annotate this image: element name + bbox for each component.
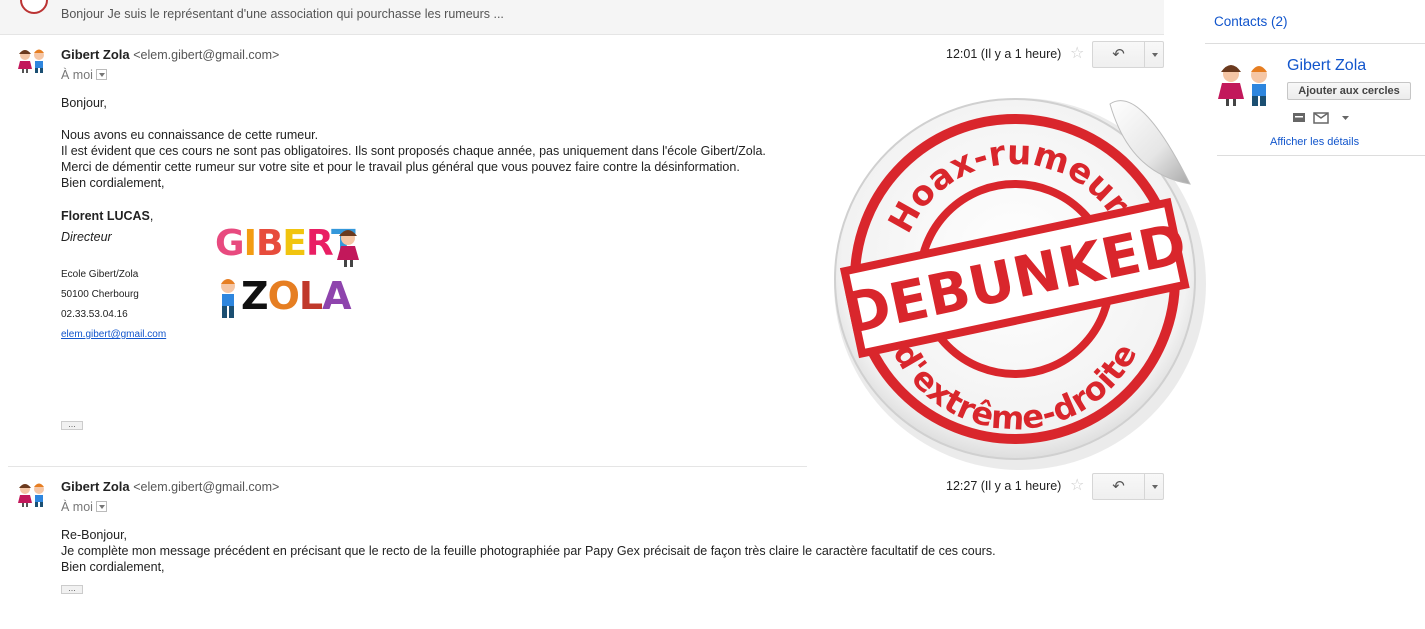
sender-email: <elem.gibert@gmail.com> [133, 48, 280, 62]
message-snippet: Bonjour Je suis le représentant d'une as… [61, 7, 504, 21]
body-line: Bien cordialement, [61, 176, 165, 190]
body-line: Je complète mon message précédent en pré… [61, 544, 996, 558]
school-logo: GIBERT ZOLA [215, 226, 365, 322]
body-line: Re-Bonjour, [61, 528, 128, 542]
sender-avatar [20, 0, 48, 14]
divider [1217, 155, 1425, 156]
contact-name[interactable]: Gibert Zola [1287, 57, 1366, 75]
signature-title: Directeur [61, 230, 112, 244]
message-time: 12:27 (Il y a 1 heure) [946, 479, 1062, 493]
add-to-circles-button[interactable]: Ajouter aux cercles [1287, 82, 1411, 100]
chat-icon [1293, 113, 1305, 122]
signature-name-suffix: , [149, 209, 154, 223]
debunked-sticker: Hoax-rumeurs DEBUNKED d'extrême-droite [834, 98, 1206, 470]
signature-name: Florent LUCAS [61, 209, 150, 223]
recipient-dropdown[interactable]: À moi [61, 500, 107, 514]
signature-phone: 02.33.53.04.16 [61, 309, 128, 320]
chevron-down-icon [1342, 116, 1349, 120]
sender-name[interactable]: Gibert Zola [61, 479, 130, 494]
body-line: Nous avons eu connaissance de cette rume… [61, 128, 319, 142]
message-divider [8, 466, 807, 467]
reply-button-group: ↶ [1092, 473, 1164, 500]
recipient-label: À moi [61, 68, 93, 82]
mail-icon [1313, 112, 1329, 124]
recipient-dropdown[interactable]: À moi [61, 68, 107, 82]
reply-icon[interactable]: ↶ [1093, 474, 1145, 499]
signature-email-link[interactable]: elem.gibert@gmail.com [61, 329, 166, 340]
chevron-down-icon[interactable] [95, 501, 107, 512]
chevron-down-icon[interactable] [95, 69, 107, 80]
signature-school: Ecole Gibert/Zola [61, 269, 139, 280]
contact-avatar[interactable] [1215, 63, 1275, 107]
divider [1205, 43, 1425, 44]
star-icon[interactable]: ☆ [1070, 475, 1084, 495]
body-line: Bien cordialement, [61, 560, 165, 574]
more-options-icon[interactable] [1146, 474, 1164, 499]
body-line: Merci de démentir cette rumeur sur votre… [61, 160, 740, 174]
sender-name[interactable]: Gibert Zola [61, 47, 130, 62]
girl-illustration [337, 230, 359, 267]
signature-city: 50100 Cherbourg [61, 289, 139, 300]
sender-email: <elem.gibert@gmail.com> [133, 480, 280, 494]
message-body: Bonjour, Nous avons eu connaissance de c… [61, 95, 821, 191]
star-icon[interactable]: ☆ [1070, 43, 1084, 63]
contacts-link[interactable]: Contacts (2) [1214, 14, 1288, 29]
recipient-label: À moi [61, 500, 93, 514]
sender-avatar [18, 483, 44, 507]
message-time: 12:01 (Il y a 1 heure) [946, 47, 1062, 61]
collapsed-message[interactable]: Bonjour Je suis le représentant d'une as… [0, 0, 1164, 35]
show-details-link[interactable]: Afficher les détails [1270, 136, 1359, 148]
show-trimmed-content-button[interactable]: ... [61, 420, 83, 430]
boy-illustration [221, 279, 235, 318]
contact-actions [1293, 112, 1349, 124]
body-line: Il est évident que ces cours ne sont pas… [61, 144, 766, 158]
body-line: Bonjour, [61, 96, 107, 110]
sender-avatar [18, 49, 44, 73]
message-body: Re-Bonjour, Je complète mon message préc… [61, 527, 1061, 575]
show-trimmed-content-button[interactable]: ... [61, 584, 83, 594]
